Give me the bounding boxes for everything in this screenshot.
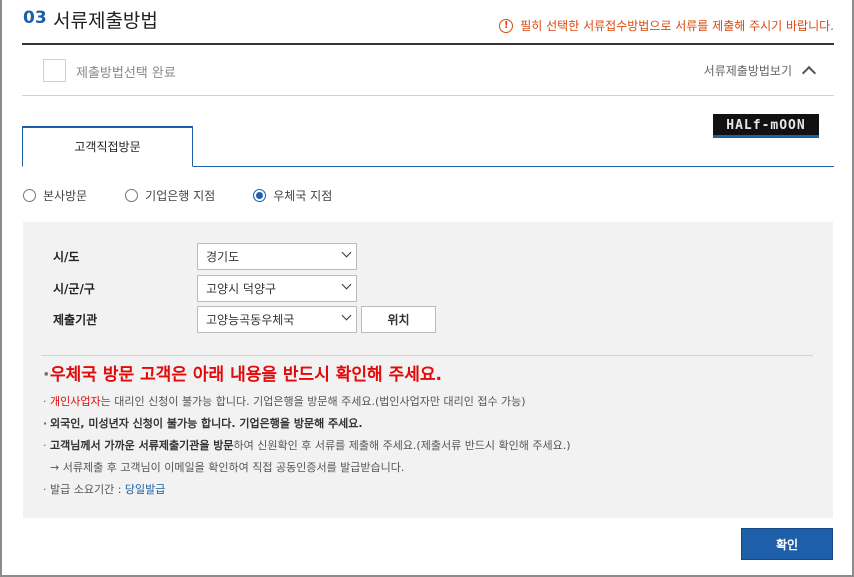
view-method-label: 서류제출방법보기 xyxy=(703,64,792,78)
visit-type-radio-group: 본사방문 기업은행 지점 우체국 지점 xyxy=(23,187,370,204)
office-select[interactable]: 고양능곡동우체국 xyxy=(197,306,357,333)
post-office-panel: 시/도 경기도 시/군/구 고양시 덕양구 제출기관 고양능곡동우체국 위치 우… xyxy=(23,222,833,518)
completion-label: 제출방법선택 완료 xyxy=(76,66,176,81)
notice-item: 고객님께서 가까운 서류제출기관을 방문하여 신원확인 후 서류를 제출해 주세… xyxy=(43,439,571,452)
radio-button[interactable] xyxy=(23,189,36,202)
sido-select[interactable]: 경기도 xyxy=(197,243,357,270)
radio-post-office[interactable]: 우체국 지점 xyxy=(253,187,332,204)
office-label: 제출기관 xyxy=(53,313,98,327)
sido-value: 경기도 xyxy=(206,250,240,264)
sido-label: 시/도 xyxy=(53,250,80,264)
completion-row: 제출방법선택 완료 서류제출방법보기 xyxy=(22,46,834,96)
view-method-toggle[interactable]: 서류제출방법보기 xyxy=(703,62,817,81)
notice-text: 발급 소요기간 : xyxy=(50,483,125,496)
radio-label: 우체국 지점 xyxy=(273,189,333,203)
issue-period-value: 당일발급 xyxy=(124,483,166,496)
section-title: 서류제출방법 xyxy=(53,10,158,32)
chevron-down-icon xyxy=(341,279,352,290)
divider xyxy=(41,355,813,356)
confirm-button[interactable]: 확인 xyxy=(741,528,833,560)
sigungu-label: 시/군/구 xyxy=(53,282,95,296)
radio-head-office[interactable]: 본사방문 xyxy=(23,187,87,204)
section-header: 03 서류제출방법 ! 필히 선택한 서류접수방법으로 서류를 제출해 주시기 … xyxy=(22,0,834,45)
completion-checkbox[interactable] xyxy=(43,59,66,82)
sigungu-select[interactable]: 고양시 덕양구 xyxy=(197,275,357,302)
sigungu-value: 고양시 덕양구 xyxy=(206,282,277,296)
notice-highlight: 개인사업자 xyxy=(50,395,101,408)
chevron-down-icon xyxy=(341,310,352,321)
chevron-down-icon xyxy=(341,247,352,258)
radio-button[interactable] xyxy=(125,189,139,202)
notice-text: 는 대리인 신청이 불가능 합니다. 기업은행을 방문해 주세요.(법인사업자만… xyxy=(100,395,526,408)
radio-label: 기업은행 지점 xyxy=(145,189,216,203)
notice-item: 개인사업자는 대리인 신청이 불가능 합니다. 기업은행을 방문해 주세요.(법… xyxy=(43,395,571,408)
radio-label: 본사방문 xyxy=(43,189,88,203)
sigungu-row: 시/군/구 고양시 덕양구 xyxy=(53,275,357,302)
notice-bold-text: 고객님께서 가까운 서류제출기관을 방문 xyxy=(50,439,234,452)
office-row: 제출기관 고양능곡동우체국 위치 xyxy=(53,306,436,333)
notice-message: ! 필히 선택한 서류접수방법으로 서류를 제출해 주시기 바랍니다. xyxy=(499,17,834,34)
sido-row: 시/도 경기도 xyxy=(53,243,357,270)
info-circle-icon: ! xyxy=(499,18,514,33)
step-number: 03 xyxy=(23,8,47,28)
notice-list: 우체국 방문 고객은 아래 내용을 반드시 확인해 주세요. 개인사업자는 대리… xyxy=(43,365,571,505)
office-value: 고양능곡동우체국 xyxy=(206,313,295,327)
radio-button-selected[interactable] xyxy=(253,189,267,202)
radio-ibk-branch[interactable]: 기업은행 지점 xyxy=(125,187,215,204)
notice-item: 외국인, 미성년자 신청이 불가능 합니다. 기업은행을 방문해 주세요. xyxy=(43,417,571,430)
tab-direct-visit[interactable]: 고객직접방문 xyxy=(22,126,193,167)
notice-headline: 우체국 방문 고객은 아래 내용을 반드시 확인해 주세요. xyxy=(43,365,571,386)
notice-item: → 서류제출 후 고객님이 이메일을 확인하여 직접 공동인증서를 발급받습니다… xyxy=(50,461,405,474)
location-button[interactable]: 위치 xyxy=(361,306,436,333)
chevron-up-icon xyxy=(801,65,817,81)
tab-bar: 고객직접방문 xyxy=(22,126,834,167)
notice-text: 하여 신원확인 후 서류를 제출해 주세요.(제출서류 반드시 확인해 주세요.… xyxy=(233,439,571,452)
notice-item: 발급 소요기간 : 당일발급 xyxy=(43,483,571,496)
notice-text: 필히 선택한 서류접수방법으로 서류를 제출해 주시기 바랍니다. xyxy=(520,19,834,33)
